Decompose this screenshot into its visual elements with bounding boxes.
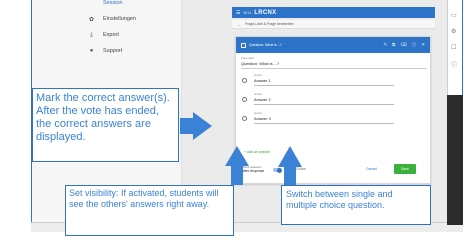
save-button[interactable]: Save — [394, 164, 416, 174]
answer-field-label: Answer — [254, 93, 263, 96]
sidebar-item-label: Einstellungen — [103, 16, 137, 22]
menu-icon[interactable]: ☰ — [236, 10, 240, 16]
info-icon[interactable]: ⓘ — [412, 42, 417, 48]
breadcrumb: ← Frage-Liste & Frage bearbeiten — [232, 20, 435, 29]
sidebar-item-settings[interactable]: ✿ Einstellungen — [88, 13, 136, 25]
correct-answer-radio[interactable] — [242, 116, 247, 121]
answer-field-label: Answer — [254, 74, 263, 77]
answer-underline — [254, 104, 394, 105]
answer-row: Answer Answer 2 — [242, 93, 394, 107]
close-icon[interactable]: ✕ — [421, 42, 425, 48]
question-editor-card: Question: What is...? ✎ ⧉ ⌫ ⓘ ✕ Fra-Labe… — [235, 36, 431, 184]
question-underline — [241, 68, 427, 69]
add-answer-button[interactable]: + Add an answer — [244, 150, 270, 154]
app-bar: ☰ 8214 LRCNX — [232, 7, 435, 18]
callout-switch-mode: Switch between single and multiple choic… — [281, 185, 431, 225]
session-id: 8214 — [243, 10, 252, 15]
multiple-choice-toggle[interactable] — [273, 167, 282, 173]
gear-icon: ✿ — [88, 16, 95, 23]
answer-underline — [254, 123, 394, 124]
sidebar-item-export[interactable]: ⤓ Export — [88, 29, 119, 41]
dark-side-panel — [447, 95, 463, 225]
chat-icon[interactable]: ☐ — [451, 44, 456, 51]
question-input[interactable]: Question: What is ...? — [241, 61, 279, 66]
visibility-value[interactable]: after response — [242, 169, 264, 173]
breadcrumb-text: Frage-Liste & Frage bearbeiten — [245, 22, 294, 26]
sidebar-item-label: Session — [103, 0, 123, 6]
answer-input[interactable]: Answer 2 — [254, 97, 271, 102]
app-title: LRCNX — [254, 9, 277, 16]
question-field-label: Fra-Label — [241, 56, 254, 60]
answer-row: Answer Answer 3 — [242, 112, 394, 126]
cancel-button[interactable]: Cancel — [366, 167, 377, 171]
sidebar-item-support[interactable]: ● Support — [88, 45, 123, 57]
answer-input[interactable]: Answer 1 — [254, 78, 271, 83]
correct-answer-radio[interactable] — [242, 78, 247, 83]
delete-icon[interactable]: ⌫ — [400, 42, 406, 48]
answer-row: Answer Answer 1 — [242, 74, 394, 88]
multiple-choice-label: Multiple Choice — [284, 167, 306, 171]
correct-answer-radio[interactable] — [242, 97, 247, 102]
settings-icon[interactable]: ⚙ — [451, 28, 456, 35]
sidebar-item-label: Export — [103, 32, 119, 38]
help-icon: ● — [89, 48, 94, 54]
sidebar-item-session[interactable]: Session — [88, 0, 123, 9]
sidebar-item-label: Support — [103, 48, 123, 54]
callout-visibility: Set visibility: If activated, students w… — [65, 185, 234, 236]
answer-field-label: Answer — [254, 112, 263, 115]
question-editor-header: Question: What is...? ✎ ⧉ ⌫ ⓘ ✕ — [236, 37, 430, 53]
answer-underline — [254, 85, 394, 86]
back-arrow-icon[interactable]: ← — [237, 22, 241, 27]
session-icon — [88, 0, 95, 7]
visibility-setting: Show answers after response — [242, 165, 264, 173]
header-label: Question: What is...? — [249, 43, 282, 47]
header-actions: ✎ ⧉ ⌫ ⓘ ✕ — [383, 42, 425, 48]
edit-icon[interactable]: ✎ — [383, 42, 387, 48]
info-icon[interactable]: ⓘ — [451, 60, 457, 69]
callout-correct-answers: Mark the correct answer(s). After the vo… — [32, 88, 179, 162]
copy-icon[interactable]: ⧉ — [392, 42, 395, 48]
presentation-icon[interactable]: ▭ — [451, 12, 457, 19]
answer-input[interactable]: Answer 3 — [254, 116, 271, 121]
export-icon: ⤓ — [90, 31, 93, 38]
checkbox-icon[interactable] — [241, 42, 246, 48]
